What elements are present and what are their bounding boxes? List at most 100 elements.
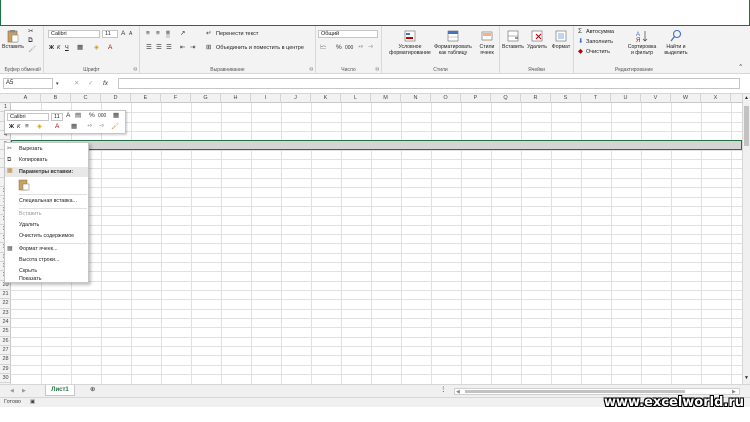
- clipboard-launcher-icon[interactable]: ⧅: [38, 66, 41, 72]
- menu-item-cut[interactable]: ✂ Вырезать: [5, 144, 88, 155]
- mini-increase-decimal-icon[interactable]: ⁺⁰: [87, 123, 92, 131]
- column-header[interactable]: J: [281, 94, 311, 103]
- wrap-text-icon[interactable]: ↵: [206, 30, 211, 38]
- mini-font-color-icon[interactable]: A: [55, 123, 59, 131]
- row-header[interactable]: 25: [0, 327, 11, 337]
- column-header[interactable]: T: [581, 94, 611, 103]
- delete-cells-button[interactable]: Удалить: [526, 29, 548, 50]
- align-bottom-icon[interactable]: ≡: [166, 30, 170, 38]
- font-shrink-icon[interactable]: A: [129, 30, 132, 38]
- autosum-button[interactable]: Автосумма: [586, 29, 614, 36]
- row-header[interactable]: 28: [0, 355, 11, 365]
- vertical-scrollbar[interactable]: ▲ ▼: [742, 94, 750, 384]
- row-header[interactable]: 24: [0, 318, 11, 328]
- fill-color-icon[interactable]: ◈: [94, 44, 99, 52]
- column-header[interactable]: Q: [491, 94, 521, 103]
- fill-button[interactable]: Заполнить: [586, 39, 613, 46]
- italic-button[interactable]: К: [57, 45, 60, 52]
- autosum-icon[interactable]: Σ: [578, 28, 582, 36]
- column-header[interactable]: U: [611, 94, 641, 103]
- column-header[interactable]: M: [371, 94, 401, 103]
- copy-icon[interactable]: ⧉: [28, 37, 33, 45]
- column-header[interactable]: H: [221, 94, 251, 103]
- horizontal-scrollbar[interactable]: ◀ ▶: [454, 388, 740, 395]
- paste-button[interactable]: Вставить: [2, 29, 24, 50]
- column-header[interactable]: A: [11, 94, 41, 103]
- name-box-dropdown-icon[interactable]: ▾: [56, 80, 59, 88]
- row-header[interactable]: 23: [0, 309, 11, 319]
- row-header[interactable]: 22: [0, 299, 11, 309]
- formula-input[interactable]: [118, 78, 740, 89]
- orientation-icon[interactable]: ↗: [180, 30, 185, 38]
- column-header[interactable]: L: [341, 94, 371, 103]
- decrease-decimal-icon[interactable]: ⁻⁰: [368, 44, 373, 52]
- menu-item-delete[interactable]: Удалить: [5, 220, 88, 231]
- mini-format-painter-icon[interactable]: 🖌: [111, 123, 119, 131]
- selected-row-5[interactable]: [11, 140, 742, 150]
- merge-center-button[interactable]: Объединить и поместить в центре: [216, 45, 304, 52]
- mini-font-grow-icon[interactable]: A: [66, 112, 70, 120]
- sheet-tab-1[interactable]: Лист1: [45, 385, 75, 396]
- align-middle-icon[interactable]: ≡: [156, 30, 160, 38]
- column-header[interactable]: P: [461, 94, 491, 103]
- mini-decrease-decimal-icon[interactable]: ⁻⁰: [99, 123, 104, 131]
- mini-font-size[interactable]: 11: [51, 113, 63, 121]
- column-header[interactable]: X: [701, 94, 731, 103]
- paste-button[interactable]: [18, 179, 30, 191]
- row-header[interactable]: 30: [0, 374, 11, 384]
- font-color-icon[interactable]: A: [108, 44, 112, 52]
- merge-icon[interactable]: ⊞: [206, 44, 211, 52]
- percent-icon[interactable]: %: [336, 44, 342, 52]
- borders-icon[interactable]: ▦: [77, 44, 83, 52]
- sort-filter-button[interactable]: AЯ Сортировка и фильтр: [624, 29, 660, 56]
- format-painter-icon[interactable]: 🖌: [28, 46, 36, 54]
- conditional-formatting-button[interactable]: Условное форматирование: [388, 29, 432, 56]
- menu-item-clear[interactable]: Очистить содержимое: [5, 231, 88, 242]
- mini-fill-color-icon[interactable]: ◈: [37, 123, 42, 131]
- font-launcher-icon[interactable]: ⧅: [134, 66, 137, 72]
- worksheet-grid[interactable]: ABCDEFGHIJKLMNOPQRSTUVWX 123456789101112…: [0, 94, 742, 385]
- underline-button[interactable]: Ч: [65, 45, 69, 52]
- cut-icon[interactable]: ✂: [28, 28, 33, 36]
- tab-split-icon[interactable]: ⋮: [440, 386, 447, 394]
- find-select-button[interactable]: Найти и выделить: [660, 29, 692, 56]
- cancel-icon[interactable]: ✕: [74, 80, 79, 88]
- next-sheet-icon[interactable]: ▶: [22, 387, 26, 395]
- column-header[interactable]: F: [161, 94, 191, 103]
- column-header[interactable]: K: [311, 94, 341, 103]
- prev-sheet-icon[interactable]: ◀: [10, 387, 14, 395]
- column-header[interactable]: D: [101, 94, 131, 103]
- align-right-icon[interactable]: ☰: [166, 44, 172, 52]
- decrease-indent-icon[interactable]: ⇤: [180, 44, 185, 52]
- increase-indent-icon[interactable]: ⇥: [190, 44, 195, 52]
- scroll-left-icon[interactable]: ◀: [456, 388, 460, 396]
- currency-icon[interactable]: 🗠: [320, 44, 327, 52]
- font-name-box[interactable]: Calibri: [48, 30, 100, 38]
- comma-style-icon[interactable]: 000: [345, 44, 353, 52]
- mini-table-icon[interactable]: ▦: [113, 112, 119, 120]
- increase-decimal-icon[interactable]: ⁺⁰: [358, 44, 363, 52]
- column-header[interactable]: E: [131, 94, 161, 103]
- clear-icon[interactable]: ◆: [578, 48, 583, 56]
- format-cells-button[interactable]: Формат: [550, 29, 572, 50]
- column-header[interactable]: I: [251, 94, 281, 103]
- mini-borders-icon[interactable]: ▦: [71, 123, 77, 131]
- number-format-box[interactable]: Общий: [318, 30, 378, 38]
- menu-item-format-cells[interactable]: ▦ Формат ячеек...: [5, 244, 88, 255]
- mini-bold-button[interactable]: Ж: [9, 124, 14, 131]
- insert-cells-button[interactable]: Вставить: [502, 29, 524, 50]
- menu-item-copy[interactable]: ⧉ Копировать: [5, 155, 88, 166]
- align-left-icon[interactable]: ☰: [146, 44, 152, 52]
- menu-item-row-height[interactable]: Высота строки...: [5, 255, 88, 266]
- font-size-box[interactable]: 11: [102, 30, 118, 38]
- row-header[interactable]: 29: [0, 365, 11, 375]
- mini-italic-button[interactable]: К: [17, 124, 20, 131]
- wrap-text-button[interactable]: Перенести текст: [216, 31, 258, 38]
- menu-item-paste-special[interactable]: Специальная вставка...: [5, 196, 88, 207]
- column-header[interactable]: V: [641, 94, 671, 103]
- name-box[interactable]: A5: [3, 78, 53, 89]
- column-header[interactable]: G: [191, 94, 221, 103]
- number-launcher-icon[interactable]: ⧅: [376, 66, 379, 72]
- column-header[interactable]: R: [521, 94, 551, 103]
- row-header[interactable]: 27: [0, 346, 11, 356]
